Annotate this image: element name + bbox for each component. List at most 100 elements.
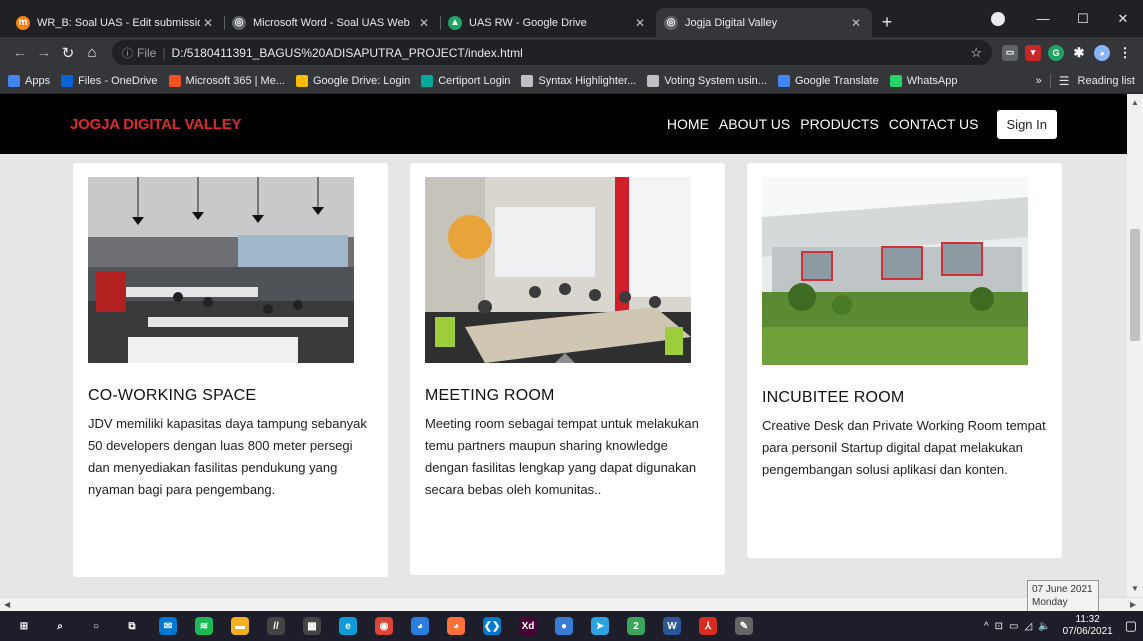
taskbar-button[interactable]: W (654, 611, 690, 641)
tab-close-icon[interactable]: ✕ (632, 16, 648, 30)
tab-close-icon[interactable]: ✕ (416, 16, 432, 30)
bookmark-item[interactable]: WhatsApp (889, 74, 957, 87)
bookmark-item[interactable]: Apps (8, 74, 50, 87)
minimize-button[interactable]: — (1023, 11, 1063, 26)
taskbar-button[interactable]: 2 (618, 611, 654, 641)
maximize-button[interactable]: ☐ (1063, 11, 1103, 27)
close-window-button[interactable]: ✕ (1103, 11, 1143, 27)
horizontal-scrollbar[interactable]: ◀ ▶ (0, 597, 1143, 611)
taskbar-clock[interactable]: 11:32 07/06/2021 (1063, 614, 1113, 638)
nav-products-link[interactable]: PRODUCTS (800, 116, 879, 132)
bookmark-label: Google Drive: Login (313, 74, 411, 87)
tab-close-icon[interactable]: ✕ (848, 16, 864, 30)
reload-icon[interactable]: ↻ (56, 44, 80, 62)
bookmarks-overflow-button[interactable]: » (1036, 75, 1042, 87)
scroll-left-icon[interactable]: ◀ (4, 600, 10, 609)
avatar[interactable]: ◕ (1094, 44, 1110, 61)
url-input[interactable]: ⓘ File | D:/5180411391_BAGUS%20ADISAPUTR… (112, 40, 992, 65)
nav-contact-link[interactable]: CONTACT US (889, 116, 979, 132)
sign-in-button[interactable]: Sign In (996, 109, 1057, 139)
bookmark-item[interactable]: Microsoft 365 | Me... (168, 74, 285, 87)
onedrive-icon (61, 74, 74, 87)
taskbar-button[interactable]: ✉ (150, 611, 186, 641)
menu-kebab-icon[interactable]: ⋮ (1117, 45, 1133, 61)
firefox-dev-icon: ◕ (411, 617, 429, 635)
window-controls: — ☐ ✕ (991, 0, 1143, 37)
home-icon[interactable]: ⌂ (80, 44, 104, 61)
forward-arrow-icon[interactable]: → (32, 44, 56, 61)
taskbar-button[interactable]: // (258, 611, 294, 641)
tab-title: UAS RW - Google Drive (469, 16, 587, 29)
scroll-right-icon[interactable]: ▶ (1130, 600, 1136, 609)
extension-red-icon[interactable]: ▾ (1025, 44, 1041, 61)
tool-app-icon: ✎ (735, 617, 753, 635)
bookmark-item[interactable]: Google Translate (777, 74, 879, 87)
incubitee-room-photo (762, 177, 1028, 365)
nav-about-link[interactable]: ABOUT US (719, 116, 790, 132)
taskbar-button[interactable]: ⌕ (42, 611, 78, 641)
taskbar-button[interactable]: ◕ (402, 611, 438, 641)
taskbar-button[interactable]: ✎ (726, 611, 762, 641)
scroll-up-icon[interactable]: ▲ (1131, 98, 1139, 107)
card-text: Meeting room sebagai tempat untuk melaku… (425, 416, 699, 497)
taskbar-button[interactable]: ➤ (582, 611, 618, 641)
browser-tab[interactable]: ▲ UAS RW - Google Drive ✕ (440, 8, 656, 37)
bookmark-item[interactable]: Google Drive: Login (296, 74, 411, 87)
reading-list-button[interactable]: Reading list (1078, 75, 1135, 87)
browser-tab[interactable]: m WR_B: Soal UAS - Edit submission ✕ (8, 8, 224, 37)
tab-list: m WR_B: Soal UAS - Edit submission ✕ ◎ Micro… (0, 8, 872, 37)
search-icon: ⌕ (51, 617, 69, 635)
bookmark-item[interactable]: Files - OneDrive (61, 74, 158, 87)
volume-icon[interactable]: 🔈 (1038, 621, 1050, 632)
translate-icon (777, 74, 790, 87)
taskbar-button[interactable]: ≋ (186, 611, 222, 641)
taskbar-button[interactable]: ○ (78, 611, 114, 641)
firefox-icon: ◕ (447, 617, 465, 635)
site-navbar: JOGJA DIGITAL VALLEY HOME ABOUT US PRODU… (0, 94, 1127, 154)
site-brand[interactable]: JOGJA DIGITAL VALLEY (70, 116, 242, 133)
bookmark-item[interactable]: Certiport Login (421, 74, 510, 87)
notification-center-icon[interactable]: ▢ (1125, 618, 1137, 634)
bookmark-item[interactable]: Voting System usin... (647, 74, 767, 87)
calendar-app-icon: ▦ (303, 617, 321, 635)
bookmark-label: Google Translate (794, 74, 879, 87)
browser-tab[interactable]: ◎ Microsoft Word - Soal UAS Web ✕ (224, 8, 440, 37)
windows-start-icon: ⊞ (15, 617, 33, 635)
scroll-down-icon[interactable]: ▼ (1131, 584, 1139, 593)
taskbar-button[interactable]: ❮❯ (474, 611, 510, 641)
site-info-icon[interactable]: ⓘ (122, 45, 133, 61)
browser-tab[interactable]: ◎ Jogja Digital Valley ✕ (656, 8, 872, 37)
battery-icon[interactable]: ▭ (1009, 621, 1018, 632)
word-icon: W (663, 617, 681, 635)
bookmark-star-icon[interactable]: ☆ (970, 45, 982, 61)
tray-expand-icon[interactable]: ^ (984, 621, 989, 632)
taskbar-button[interactable]: ● (546, 611, 582, 641)
vertical-scrollbar[interactable]: ▲ ▼ (1127, 94, 1143, 597)
taskbar-button[interactable]: ◕ (438, 611, 474, 641)
globe-icon: ◎ (232, 15, 246, 30)
taskbar-button[interactable]: ⅄ (690, 611, 726, 641)
game-app-icon: 2 (627, 617, 645, 635)
tab-close-icon[interactable]: ✕ (200, 16, 216, 30)
taskbar-button[interactable]: ⧉ (114, 611, 150, 641)
extension-grammarly-icon[interactable]: G (1048, 44, 1064, 61)
new-tab-button[interactable]: + (872, 8, 902, 37)
nav-home-link[interactable]: HOME (667, 116, 709, 132)
back-arrow-icon[interactable]: ← (8, 44, 32, 61)
taskbar-button[interactable]: ▦ (294, 611, 330, 641)
bookmark-item[interactable]: Syntax Highlighter... (521, 74, 636, 87)
extension-cast-icon[interactable]: ▭ (1002, 44, 1018, 61)
tray-app-icon[interactable]: ⊡ (995, 621, 1003, 632)
taskbar-button[interactable]: Xd (510, 611, 546, 641)
wifi-icon[interactable]: ◿ (1024, 621, 1032, 632)
extensions-puzzle-icon[interactable]: ✱ (1071, 45, 1087, 61)
taskbar-button[interactable]: ▬ (222, 611, 258, 641)
reading-list-icon[interactable]: ☰ (1059, 74, 1070, 88)
scrollbar-thumb[interactable] (1130, 229, 1140, 341)
telegram-icon: ➤ (591, 617, 609, 635)
taskbar-button[interactable]: ◉ (366, 611, 402, 641)
profile-icon[interactable] (991, 11, 1005, 26)
taskbar-button[interactable]: ⊞ (6, 611, 42, 641)
tab-title: Jogja Digital Valley (685, 16, 778, 29)
taskbar-button[interactable]: e (330, 611, 366, 641)
